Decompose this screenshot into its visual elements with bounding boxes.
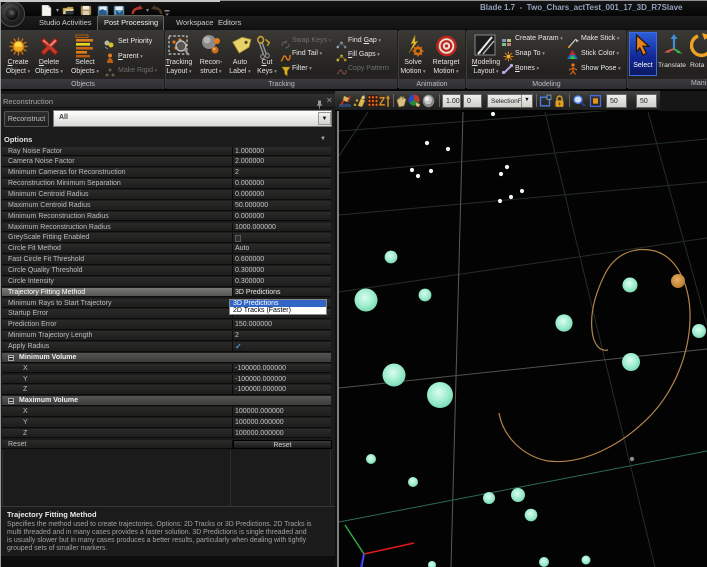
svg-text:Z: Z	[379, 96, 385, 108]
